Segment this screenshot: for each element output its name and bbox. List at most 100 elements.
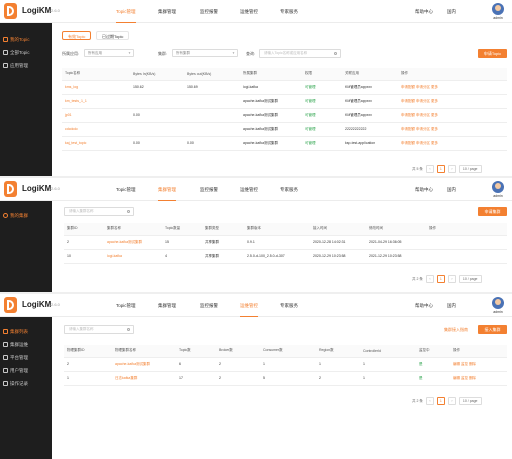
table-cell: logi-kafka — [240, 80, 302, 95]
topic-name-link[interactable]: jp01 — [62, 108, 130, 123]
table-cell: 2021-12-29 10:23:58 — [366, 249, 426, 264]
logikm-logo-icon[interactable] — [4, 297, 17, 313]
sidebar-item-op-log[interactable]: 操作记录 — [0, 377, 52, 390]
row-actions[interactable]: 编辑 监控 删除 — [450, 357, 507, 372]
table-cell: 6 — [176, 357, 216, 372]
main-content: 有效Topic 已过期Topic 所属应用: 所有应用 ▼ 集群: 所有集群 ▼ 查… — [52, 23, 512, 176]
cluster-name-link[interactable]: 日志kafka集群 — [112, 371, 176, 386]
nav-monitor[interactable]: 监控报警 — [200, 294, 218, 317]
logikm-logo-icon[interactable] — [4, 3, 17, 19]
table-cell: apache-kafka测试集群 — [240, 122, 302, 137]
row-actions[interactable] — [426, 235, 507, 250]
prev-page-button[interactable]: ‹ — [425, 275, 434, 283]
cluster-name-link[interactable]: apache-kafka测试集群 — [104, 235, 162, 250]
row-actions[interactable] — [426, 249, 507, 264]
table-cell: 1 — [64, 371, 112, 386]
page-button[interactable]: 1 — [436, 275, 445, 283]
help-center-menu[interactable]: 帮助中心 — [415, 178, 433, 201]
status-badge: 可管理 — [302, 122, 342, 137]
sidebar-item-all-topic[interactable]: 全部Topic — [0, 46, 52, 59]
username: admin — [493, 16, 503, 20]
next-page-button[interactable]: › — [447, 397, 456, 405]
region-menu[interactable]: 国内 — [447, 0, 456, 23]
app-icon — [3, 63, 8, 68]
avatar[interactable] — [492, 181, 504, 193]
sidebar-item-my-topic[interactable]: 我的Topic — [0, 33, 52, 46]
nav-ops[interactable]: 运维管控 — [240, 178, 258, 201]
next-page-button[interactable]: › — [447, 275, 456, 283]
record-icon — [3, 381, 8, 386]
page-size-select[interactable]: 10 / page — [458, 397, 482, 405]
nav-cluster[interactable]: 集群管理 — [158, 0, 176, 23]
avatar[interactable] — [492, 3, 504, 15]
page-size-select[interactable]: 10 / page — [458, 275, 482, 283]
tab-valid-topic[interactable]: 有效Topic — [62, 31, 92, 40]
row-actions[interactable]: 申请配额 申请分区 更多 — [398, 136, 507, 151]
region-menu[interactable]: 国内 — [447, 178, 456, 201]
nav-expert[interactable]: 专家服务 — [280, 178, 298, 201]
pagination: 共 2 条 ‹ 1 › 10 / page — [412, 275, 482, 283]
page-button[interactable]: 1 — [436, 165, 445, 173]
table-cell: KM管理员appxxx — [342, 80, 398, 95]
table-row: kaj_test_topic 0.00 0.00 apache-kafka测试集群 可管… — [62, 136, 507, 151]
sidebar-item-users[interactable]: 用户管理 — [0, 364, 52, 377]
nav-expert[interactable]: 专家服务 — [280, 0, 298, 23]
topic-table: Topic名称 Bytes In(KB/s) Bytes out(KB/s) 所… — [62, 68, 507, 151]
region-menu[interactable]: 国内 — [447, 294, 456, 317]
prev-page-button[interactable]: ‹ — [425, 165, 434, 173]
avatar[interactable] — [492, 297, 504, 309]
nav-monitor[interactable]: 监控报警 — [200, 0, 218, 23]
version-label: v2.6.0 — [49, 8, 60, 13]
apply-cluster-button[interactable]: 申请集群 — [478, 207, 507, 216]
sidebar-item-app[interactable]: 应用管理 — [0, 59, 52, 72]
topic-name-link[interactable]: kms_log — [62, 80, 130, 95]
next-page-button[interactable]: › — [447, 165, 456, 173]
nav-topic[interactable]: Topic管理 — [116, 178, 136, 201]
help-center-menu[interactable]: 帮助中心 — [415, 294, 433, 317]
prev-page-button[interactable]: ‹ — [425, 397, 434, 405]
search-input[interactable]: 请输入集群名称 — [64, 207, 134, 216]
nav-expert[interactable]: 专家服务 — [280, 294, 298, 317]
cluster-name-link[interactable]: logi-kafka — [104, 249, 162, 264]
nav-topic[interactable]: Topic管理 — [116, 0, 136, 23]
nav-topic[interactable]: Topic管理 — [116, 294, 136, 317]
app-select[interactable]: 所有应用 ▼ — [84, 49, 134, 57]
nav-monitor[interactable]: 监控报警 — [200, 178, 218, 201]
nav-ops[interactable]: 运维管控 — [240, 0, 258, 23]
sidebar-item-cluster-ops[interactable]: 集群运维 — [0, 338, 52, 351]
cluster-name-link[interactable]: apache-kafka测试集群 — [112, 357, 176, 372]
logikm-logo-icon[interactable] — [4, 181, 17, 197]
table-cell: 2021-04-29 16:36:05 — [366, 235, 426, 250]
cluster-select[interactable]: 所有集群 ▼ — [172, 49, 238, 57]
nav-cluster[interactable]: 集群管理 — [158, 294, 176, 317]
topic-name-link[interactable]: cdcdcdc — [62, 122, 130, 137]
table-row: 1 日志kafka集群 17 2 5 2 1 是编辑 监控 删除 — [64, 371, 507, 386]
chevron-down-icon: ▼ — [128, 51, 131, 55]
cluster-access-guide-link[interactable]: 集群接入指南 — [444, 327, 468, 333]
topic-name-link[interactable]: kaj_test_topic — [62, 136, 130, 151]
row-actions[interactable]: 申请配额 申请分区 更多 — [398, 108, 507, 123]
nav-ops[interactable]: 运维管控 — [240, 294, 258, 317]
row-actions[interactable]: 申请配额 申请分区 更多 — [398, 94, 507, 109]
apply-topic-button[interactable]: 申请Topic — [478, 49, 507, 58]
row-actions[interactable]: 编辑 监控 删除 — [450, 371, 507, 386]
add-cluster-button[interactable]: 接入集群 — [478, 325, 507, 334]
table-cell: 10 — [64, 249, 104, 264]
search-input[interactable]: 请输入Topic名称或应用名称 — [259, 49, 341, 58]
page-size-select[interactable]: 10 / page — [458, 165, 482, 173]
help-center-menu[interactable]: 帮助中心 — [415, 0, 433, 23]
total-count: 共 5 条 — [412, 166, 423, 171]
tab-expired-topic[interactable]: 已过期Topic — [96, 31, 130, 40]
sidebar-item-platform[interactable]: 平台管理 — [0, 351, 52, 364]
page-button[interactable]: 1 — [436, 397, 445, 405]
sidebar-item-cluster-list[interactable]: 集群列表 — [0, 325, 52, 338]
search-input[interactable]: 请输入集群名称 — [64, 325, 134, 334]
row-actions[interactable]: 申请配额 申请分区 更多 — [398, 80, 507, 95]
topic-name-link[interactable]: km_tests_1_1 — [62, 94, 130, 109]
table-cell: 17 — [176, 371, 216, 386]
nav-cluster[interactable]: 集群管理 — [158, 178, 176, 201]
sidebar-item-label: 全部Topic — [10, 50, 30, 55]
row-actions[interactable]: 申请配额 申请分区 更多 — [398, 122, 507, 137]
sidebar-item-my-cluster[interactable]: 我的集群 — [0, 209, 52, 222]
table-cell: 1 — [360, 371, 416, 386]
